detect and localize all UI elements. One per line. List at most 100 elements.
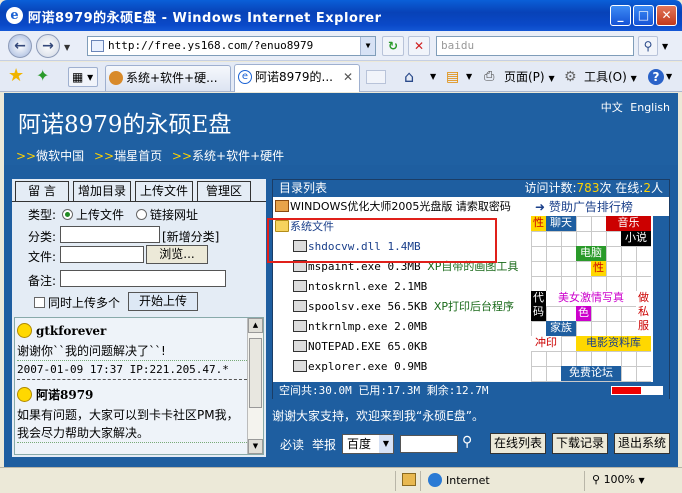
scroll-up-icon[interactable]: ▲ xyxy=(248,318,263,333)
bidu-link[interactable]: 必读 xyxy=(280,436,304,453)
zoom-control[interactable]: ⚲ 100% ▼ xyxy=(592,473,645,486)
list-item[interactable]: NOTEPAD.EXE 65.0KB xyxy=(293,338,427,356)
tab-add-directory[interactable]: 增加目录 xyxy=(73,181,131,201)
help-dropdown-icon[interactable]: ▼ xyxy=(666,68,672,86)
link-microsoft[interactable]: 微软中国 xyxy=(36,149,84,163)
close-button[interactable]: ✕ xyxy=(656,5,677,26)
multi-upload-check[interactable] xyxy=(34,297,45,308)
scroll-down-icon[interactable]: ▼ xyxy=(248,439,263,454)
tab-close-icon[interactable]: ✕ xyxy=(343,65,353,89)
message-scrollbar[interactable]: ▲ ▼ xyxy=(247,318,263,454)
ad-item[interactable]: 音乐 xyxy=(606,216,651,231)
list-item-name: WINDOWS优化大师2005光盘版 请索取密码 xyxy=(290,200,511,213)
list-item[interactable]: WINDOWS优化大师2005光盘版 请索取密码 xyxy=(275,198,511,216)
list-item-size: 65.0KB xyxy=(387,340,428,353)
link-rising[interactable]: 瑞星首页 xyxy=(114,149,162,163)
site-header: 阿诺8979的永硕E盘 中文 English >>微软中国 >>瑞星首页 >>系… xyxy=(4,93,678,165)
ad-item[interactable]: 小说 xyxy=(621,231,651,246)
ad-item[interactable]: 电脑 xyxy=(576,246,606,261)
ad-item[interactable]: 冲印 xyxy=(531,336,561,351)
download-log-button[interactable]: 下载记录 xyxy=(552,433,608,454)
search-go-icon[interactable]: ⚲ xyxy=(462,434,472,450)
home-dropdown-icon[interactable]: ▼ xyxy=(430,68,436,86)
lang-cn-link[interactable]: 中文 xyxy=(601,101,623,114)
ad-item[interactable]: 电影资料库 xyxy=(576,336,651,351)
feeds-dropdown-icon[interactable]: ▼ xyxy=(466,68,472,86)
chevron-down-icon[interactable]: ▼ xyxy=(379,435,393,453)
search-input[interactable]: baidu xyxy=(436,36,634,56)
zoom-dropdown-icon[interactable]: ▼ xyxy=(639,476,645,485)
search-options-icon[interactable]: ▼ xyxy=(662,42,668,51)
add-favorite-icon[interactable]: ✦ xyxy=(36,67,49,85)
feeds-icon[interactable]: ▤ xyxy=(446,68,459,86)
start-upload-button[interactable]: 开始上传 xyxy=(128,292,198,311)
message-author: gtkforever xyxy=(17,322,247,342)
file-input[interactable] xyxy=(60,246,144,263)
browse-button[interactable]: 浏览... xyxy=(146,245,208,264)
status-divider xyxy=(584,471,585,491)
lang-en-link[interactable]: English xyxy=(630,101,670,114)
tab-upload-file[interactable]: 上传文件 xyxy=(135,181,193,202)
category-input[interactable] xyxy=(60,226,160,243)
stop-button[interactable]: ✕ xyxy=(408,36,430,56)
minimize-button[interactable]: _ xyxy=(610,5,631,26)
ad-item[interactable]: 代码 xyxy=(531,291,546,321)
page-menu[interactable]: 页面(P) ▼ xyxy=(504,68,555,88)
ad-side-bar xyxy=(653,216,669,382)
new-tab-button[interactable] xyxy=(366,70,386,84)
list-item[interactable]: spoolsv.exe 56.5KB XP打印后台程序 xyxy=(293,298,514,316)
search-keyword-input[interactable] xyxy=(400,435,458,453)
list-item[interactable]: explorer.exe 0.9MB xyxy=(293,358,427,376)
ad-item[interactable]: 免费论坛 xyxy=(561,366,621,381)
radio-link[interactable]: 链接网址 xyxy=(136,206,198,223)
ad-item[interactable]: 家族 xyxy=(546,321,576,336)
favorites-star-icon[interactable]: ★ xyxy=(8,67,24,85)
maximize-button[interactable]: □ xyxy=(633,5,654,26)
message-date: 2007-01-09 17:37 IP:221.205.47.* xyxy=(17,361,247,380)
ad-item[interactable]: 色 xyxy=(576,306,591,321)
ad-item[interactable]: 性 xyxy=(591,261,606,276)
search-icon[interactable]: ⚲ xyxy=(638,36,658,56)
language-switch: 中文 English xyxy=(597,99,670,115)
online-list-button[interactable]: 在线列表 xyxy=(490,433,546,454)
tab-1[interactable]: e 阿诺8979的... ✕ xyxy=(234,64,360,92)
tab-message[interactable]: 留 言 xyxy=(15,181,69,201)
help-icon[interactable]: ? xyxy=(648,69,664,85)
ad-item[interactable]: 美女激情写真 xyxy=(546,291,636,306)
note-input[interactable] xyxy=(60,270,226,287)
ad-item[interactable]: 做私服 xyxy=(636,291,651,336)
address-bar[interactable]: http://free.ys168.com/?enuo8979 ▼ xyxy=(87,36,376,56)
title-bar: e 阿诺8979的永硕E盘 - Windows Internet Explore… xyxy=(0,0,682,31)
tab-admin[interactable]: 管理区 xyxy=(197,181,251,201)
refresh-button[interactable]: ↻ xyxy=(382,36,404,56)
radio-upload[interactable]: 上传文件 xyxy=(62,206,124,223)
radio-upload-indicator[interactable] xyxy=(62,209,73,220)
radio-link-indicator[interactable] xyxy=(136,209,147,220)
print-icon[interactable]: ⎙ xyxy=(484,68,494,86)
list-item[interactable]: ntkrnlmp.exe 2.0MB xyxy=(293,318,427,336)
logout-button[interactable]: 退出系统 xyxy=(614,433,670,454)
link-system[interactable]: 系统+软件+硬件 xyxy=(192,149,284,163)
visits-value: 783 xyxy=(576,181,600,195)
ad-item[interactable]: 聊天 xyxy=(546,216,576,231)
list-item[interactable]: ntoskrnl.exe 2.1MB xyxy=(293,278,427,296)
scroll-thumb[interactable] xyxy=(249,338,262,408)
quick-tabs-button[interactable]: ▦ ▾ xyxy=(68,67,98,87)
forward-button[interactable]: → xyxy=(36,34,60,58)
gear-icon[interactable]: ⚙ xyxy=(564,68,577,86)
search-engine-select[interactable]: 百度 ▼ xyxy=(342,434,394,454)
address-dropdown-icon[interactable]: ▼ xyxy=(360,37,375,55)
back-button[interactable]: ← xyxy=(8,34,32,58)
status-divider xyxy=(395,471,396,491)
ad-title: ➜ 赞助广告排行榜 xyxy=(535,198,633,215)
page-menu-label: 页面(P) xyxy=(504,70,545,84)
tools-menu[interactable]: 工具(O) ▼ xyxy=(584,68,637,88)
new-category-link[interactable]: [新增分类] xyxy=(162,228,219,245)
ad-item[interactable]: 性 xyxy=(531,216,546,231)
tab-0[interactable]: 系统+软件+硬... xyxy=(105,65,231,91)
home-icon[interactable]: ⌂ xyxy=(404,68,414,86)
multi-upload-checkbox[interactable]: 同时上传多个 xyxy=(34,294,120,311)
report-link[interactable]: 举报 xyxy=(312,436,336,453)
bottom-toolbar: 必读 举报 百度 ▼ ⚲ 在线列表 下载记录 退出系统 xyxy=(272,433,672,455)
history-dropdown-icon[interactable]: ▼ xyxy=(64,43,70,52)
